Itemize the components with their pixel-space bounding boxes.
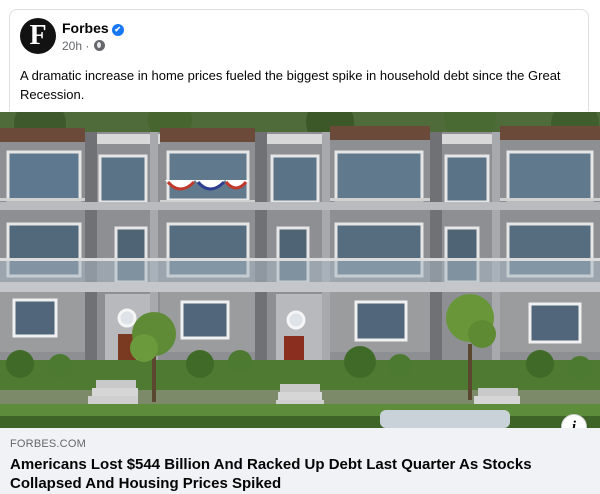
townhouses-photo [0, 112, 600, 428]
link-preview-card[interactable]: FORBES.COM Americans Lost $544 Billion A… [0, 428, 600, 494]
facebook-post: F Forbes ✔ 20h · A dramatic increase in h… [0, 0, 600, 494]
verified-badge-icon: ✔ [111, 24, 124, 36]
link-preview-image[interactable] [0, 112, 600, 428]
link-domain: FORBES.COM [10, 438, 86, 450]
globe-icon [93, 40, 105, 51]
author-name-link[interactable]: Forbes ✔ [62, 20, 124, 36]
meta-separator: · [85, 39, 90, 53]
post-timestamp[interactable]: 20h [62, 39, 82, 53]
post-message: A dramatic increase in home prices fuele… [20, 68, 561, 102]
author-name: Forbes [62, 20, 109, 36]
post-meta: 20h · [62, 39, 105, 53]
link-headline: Americans Lost $544 Billion And Racked U… [10, 456, 532, 492]
forbes-avatar[interactable]: F [20, 18, 56, 54]
